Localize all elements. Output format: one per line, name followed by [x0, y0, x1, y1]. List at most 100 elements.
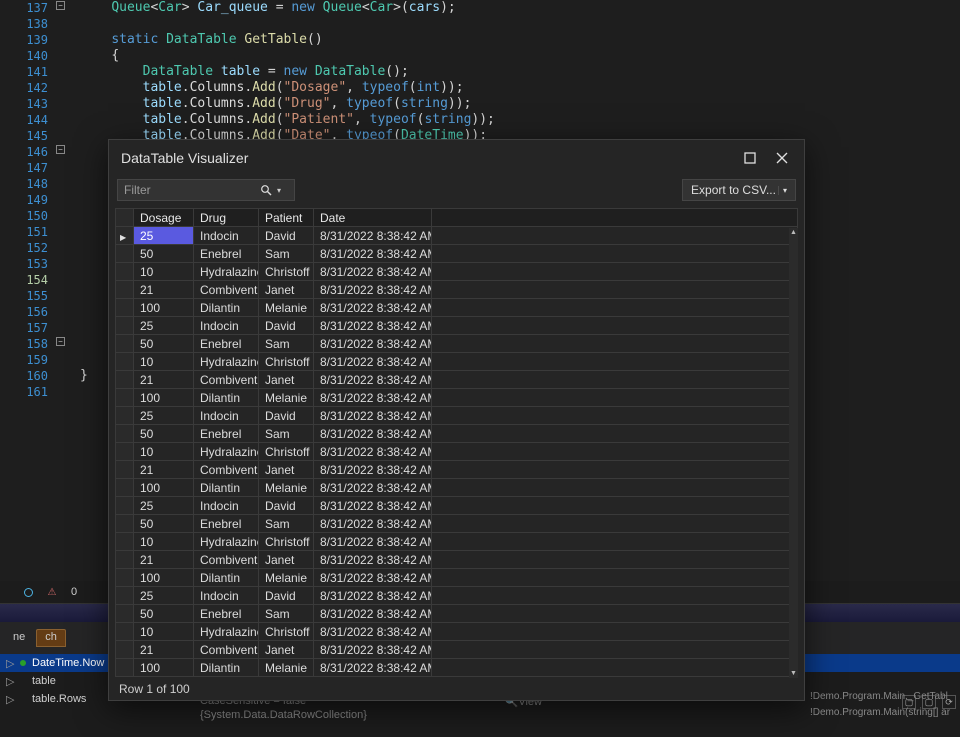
cell-date[interactable]: 8/31/2022 8:38:42 AM — [314, 353, 432, 371]
code-line[interactable] — [80, 16, 495, 32]
cell-date[interactable]: 8/31/2022 8:38:42 AM — [314, 551, 432, 569]
cell-dosage[interactable]: 10 — [134, 623, 194, 641]
search-icon[interactable] — [258, 182, 274, 198]
cell-drug[interactable]: Dilantin — [194, 389, 259, 407]
cell-dosage[interactable]: 50 — [134, 605, 194, 623]
cell-drug[interactable]: Enebrel — [194, 425, 259, 443]
cell-dosage[interactable]: 10 — [134, 533, 194, 551]
cell-dosage[interactable]: 21 — [134, 461, 194, 479]
table-row[interactable]: 100DilantinMelanie8/31/2022 8:38:42 AM — [116, 479, 798, 497]
row-header[interactable] — [116, 533, 134, 551]
cell-drug[interactable]: Enebrel — [194, 605, 259, 623]
row-header[interactable] — [116, 425, 134, 443]
row-header[interactable] — [116, 335, 134, 353]
expand-icon[interactable]: ▷ — [6, 675, 16, 688]
cell-patient[interactable]: Sam — [259, 515, 314, 533]
cell-drug[interactable]: Dilantin — [194, 479, 259, 497]
cell-date[interactable]: 8/31/2022 8:38:42 AM — [314, 479, 432, 497]
cell-date[interactable]: 8/31/2022 8:38:42 AM — [314, 335, 432, 353]
cell-dosage[interactable]: 25 — [134, 227, 194, 245]
row-header[interactable] — [116, 227, 134, 245]
cell-patient[interactable]: Melanie — [259, 299, 314, 317]
code-line[interactable]: table.Columns.Add("Drug", typeof(string)… — [80, 96, 495, 112]
row-header[interactable] — [116, 299, 134, 317]
row-header[interactable] — [116, 263, 134, 281]
cell-patient[interactable]: Janet — [259, 461, 314, 479]
cell-date[interactable]: 8/31/2022 8:38:42 AM — [314, 317, 432, 335]
code-line[interactable]: static DataTable GetTable() — [80, 32, 495, 48]
cell-dosage[interactable]: 50 — [134, 515, 194, 533]
table-row[interactable]: 100DilantinMelanie8/31/2022 8:38:42 AM — [116, 389, 798, 407]
cell-patient[interactable]: David — [259, 407, 314, 425]
cell-drug[interactable]: Combivent — [194, 551, 259, 569]
cell-patient[interactable]: Christoff — [259, 443, 314, 461]
cell-drug[interactable]: Enebrel — [194, 245, 259, 263]
maximize-button[interactable] — [734, 144, 766, 172]
cell-date[interactable]: 8/31/2022 8:38:42 AM — [314, 389, 432, 407]
row-header[interactable] — [116, 317, 134, 335]
table-row[interactable]: 10HydralazineChristoff8/31/2022 8:38:42 … — [116, 623, 798, 641]
cell-drug[interactable]: Indocin — [194, 317, 259, 335]
table-row[interactable]: 25IndocinDavid8/31/2022 8:38:42 AM — [116, 587, 798, 605]
cell-patient[interactable]: Janet — [259, 281, 314, 299]
cell-date[interactable]: 8/31/2022 8:38:42 AM — [314, 641, 432, 659]
cell-date[interactable]: 8/31/2022 8:38:42 AM — [314, 425, 432, 443]
table-row[interactable]: 10HydralazineChristoff8/31/2022 8:38:42 … — [116, 443, 798, 461]
code-line[interactable]: DataTable table = new DataTable(); — [80, 64, 495, 80]
cell-date[interactable]: 8/31/2022 8:38:42 AM — [314, 443, 432, 461]
cell-patient[interactable]: Christoff — [259, 353, 314, 371]
cell-dosage[interactable]: 25 — [134, 317, 194, 335]
cell-dosage[interactable]: 100 — [134, 389, 194, 407]
cell-drug[interactable]: Indocin — [194, 497, 259, 515]
table-row[interactable]: 25IndocinDavid8/31/2022 8:38:42 AM — [116, 227, 798, 245]
table-row[interactable]: 21CombiventJanet8/31/2022 8:38:42 AM — [116, 281, 798, 299]
code-line[interactable]: table.Columns.Add("Dosage", typeof(int))… — [80, 80, 495, 96]
cell-dosage[interactable]: 25 — [134, 587, 194, 605]
row-header[interactable] — [116, 623, 134, 641]
code-line[interactable]: Queue<Car> Car_queue = new Queue<Car>(ca… — [80, 0, 495, 16]
cell-patient[interactable]: David — [259, 227, 314, 245]
cell-patient[interactable]: Melanie — [259, 659, 314, 677]
table-row[interactable]: 100DilantinMelanie8/31/2022 8:38:42 AM — [116, 569, 798, 587]
cell-date[interactable]: 8/31/2022 8:38:42 AM — [314, 587, 432, 605]
table-row[interactable]: 100DilantinMelanie8/31/2022 8:38:42 AM — [116, 659, 798, 677]
table-scroll-area[interactable]: Dosage Drug Patient Date 25IndocinDavid8… — [115, 208, 798, 678]
row-header[interactable] — [116, 569, 134, 587]
filter-field[interactable]: ▾ — [117, 179, 295, 201]
scroll-down-icon[interactable]: ▼ — [789, 669, 798, 678]
cell-dosage[interactable]: 10 — [134, 443, 194, 461]
column-header-drug[interactable]: Drug — [194, 209, 259, 227]
code-line[interactable]: { — [80, 48, 495, 64]
table-row[interactable]: 100DilantinMelanie8/31/2022 8:38:42 AM — [116, 299, 798, 317]
cell-dosage[interactable]: 21 — [134, 371, 194, 389]
cell-drug[interactable]: Hydralazine — [194, 623, 259, 641]
cell-drug[interactable]: Indocin — [194, 227, 259, 245]
column-header-date[interactable]: Date — [314, 209, 432, 227]
cell-drug[interactable]: Enebrel — [194, 335, 259, 353]
cell-date[interactable]: 8/31/2022 8:38:42 AM — [314, 263, 432, 281]
cell-patient[interactable]: David — [259, 317, 314, 335]
cell-patient[interactable]: Janet — [259, 641, 314, 659]
close-button[interactable] — [766, 144, 798, 172]
callstack-frame[interactable]: !Demo.Program.Main(string[] ar — [810, 707, 960, 723]
cell-patient[interactable]: Melanie — [259, 569, 314, 587]
cell-dosage[interactable]: 25 — [134, 407, 194, 425]
table-row[interactable]: 50EnebrelSam8/31/2022 8:38:42 AM — [116, 605, 798, 623]
row-header[interactable] — [116, 245, 134, 263]
cell-dosage[interactable]: 10 — [134, 353, 194, 371]
cell-drug[interactable]: Hydralazine — [194, 263, 259, 281]
dialog-titlebar[interactable]: DataTable Visualizer — [109, 140, 804, 176]
cell-dosage[interactable]: 10 — [134, 263, 194, 281]
cell-drug[interactable]: Hydralazine — [194, 443, 259, 461]
cell-drug[interactable]: Enebrel — [194, 515, 259, 533]
table-row[interactable]: 10HydralazineChristoff8/31/2022 8:38:42 … — [116, 353, 798, 371]
cell-patient[interactable]: Sam — [259, 425, 314, 443]
cell-drug[interactable]: Combivent — [194, 371, 259, 389]
row-header[interactable] — [116, 497, 134, 515]
row-header[interactable] — [116, 479, 134, 497]
fold-marker-icon[interactable]: − — [56, 145, 65, 154]
cell-dosage[interactable]: 100 — [134, 569, 194, 587]
cell-date[interactable]: 8/31/2022 8:38:42 AM — [314, 299, 432, 317]
vertical-scrollbar[interactable]: ▲ ▼ — [789, 228, 798, 678]
table-row[interactable]: 21CombiventJanet8/31/2022 8:38:42 AM — [116, 371, 798, 389]
